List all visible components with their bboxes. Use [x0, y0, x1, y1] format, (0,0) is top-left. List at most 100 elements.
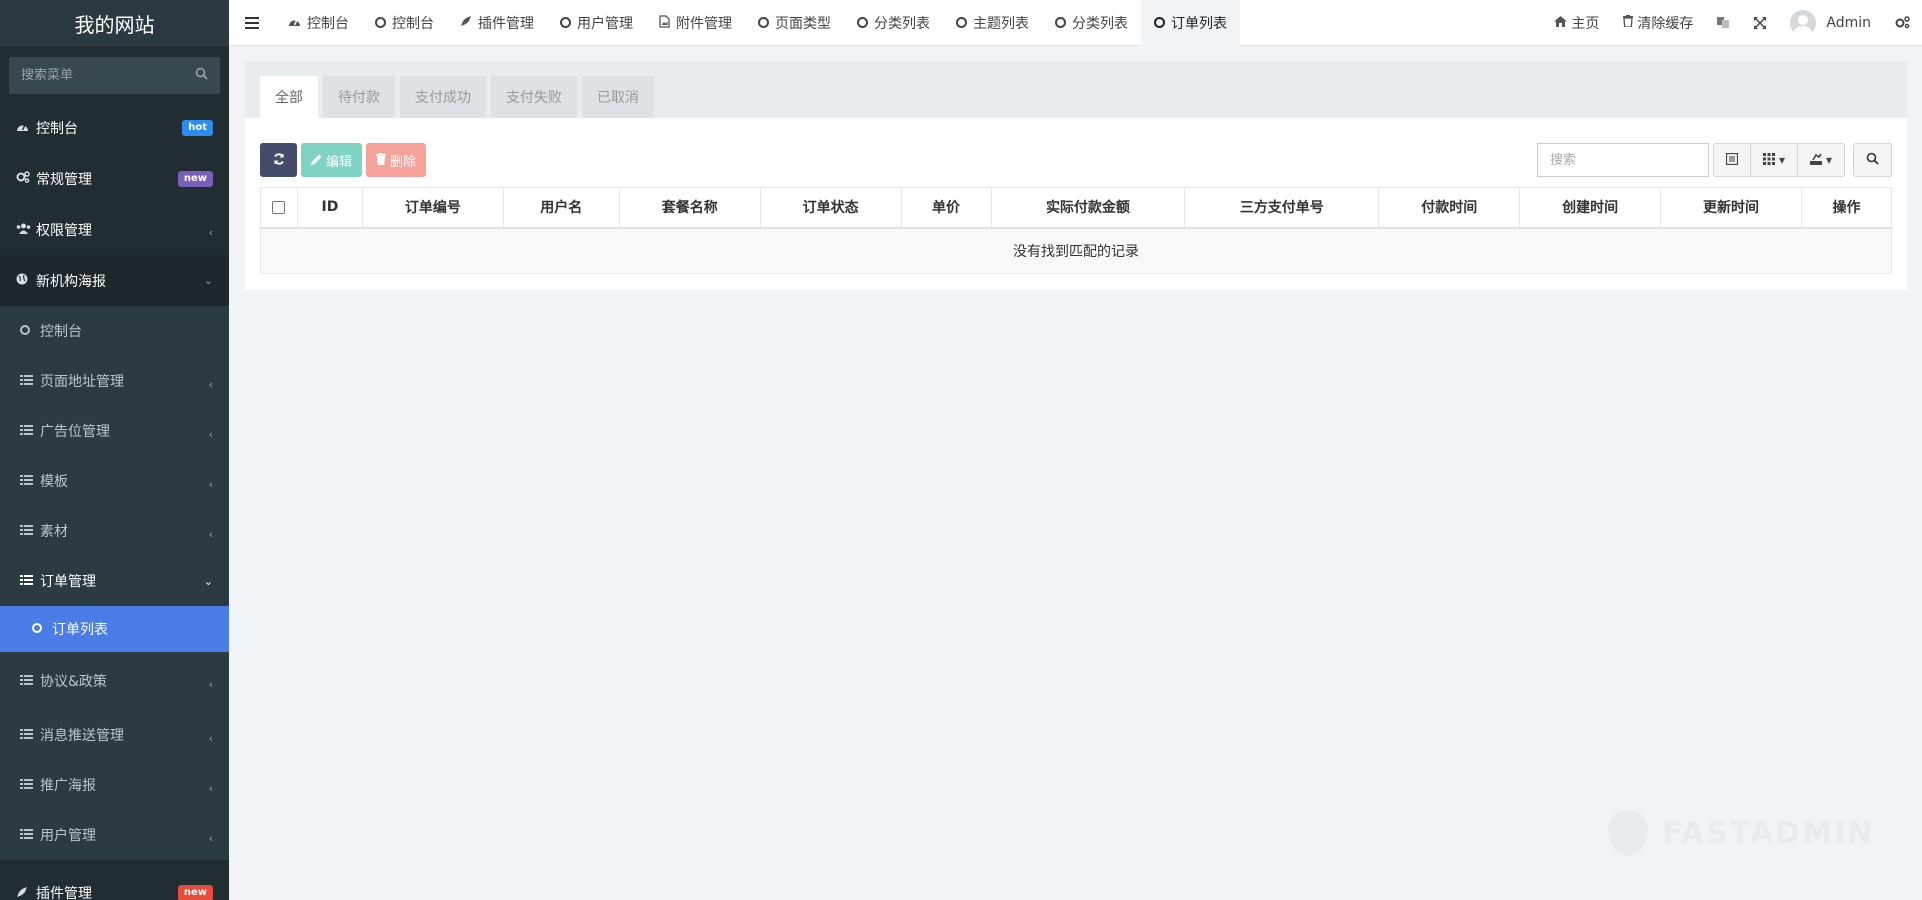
tab-payment-success[interactable]: 支付成功	[400, 76, 486, 118]
sidebar-item-label: 常规管理	[36, 171, 92, 188]
circle-icon	[375, 17, 386, 28]
chevron-left-icon: ‹	[208, 677, 213, 691]
sidebar-subitem-ad-slots[interactable]: 广告位管理 ‹	[0, 406, 229, 456]
sidebar-subitem-materials[interactable]: 素材 ‹	[0, 506, 229, 556]
column-header[interactable]: 创建时间	[1519, 187, 1662, 229]
sidebar-subitem-templates[interactable]: 模板 ‹	[0, 456, 229, 506]
sidebar-item-dashboard[interactable]: 控制台 hot	[0, 102, 229, 153]
toggle-view-button[interactable]	[1712, 143, 1751, 177]
menu-toggle-icon[interactable]	[229, 0, 275, 46]
column-header[interactable]: 订单状态	[759, 187, 902, 229]
home-icon	[1554, 15, 1568, 31]
column-header[interactable]: 单价	[900, 187, 992, 229]
sidebar-subitem-agreements[interactable]: 协议&政策 ‹	[0, 652, 229, 710]
tab-label: 附件管理	[676, 15, 732, 32]
table-row: 没有找到匹配的记录	[260, 227, 1892, 274]
sidebar-item-general[interactable]: 常规管理 new	[0, 153, 229, 204]
home-label: 主页	[1571, 15, 1600, 32]
search-icon[interactable]	[195, 67, 208, 84]
menu-search-input[interactable]	[21, 68, 195, 83]
fullscreen-icon[interactable]	[1742, 0, 1778, 46]
column-header[interactable]: 订单编号	[361, 187, 504, 229]
status-tabs: 全部 待付款 支付成功 支付失败 已取消	[245, 61, 1907, 118]
tab-categories[interactable]: 分类列表	[844, 0, 943, 46]
avatar	[1790, 9, 1817, 36]
sidebar-item-label: 页面地址管理	[40, 374, 124, 390]
shield-icon	[1608, 810, 1648, 856]
columns-toggle-button[interactable]: ▾	[1749, 143, 1798, 177]
clear-cache-button[interactable]: 清除缓存	[1611, 0, 1705, 46]
search-icon	[1866, 152, 1879, 168]
column-header[interactable]: 付款时间	[1378, 187, 1521, 229]
edit-button[interactable]: 编辑	[301, 143, 363, 177]
column-header[interactable]: 三方支付单号	[1184, 187, 1380, 229]
dashboard-icon	[288, 16, 301, 30]
list-icon	[20, 828, 40, 842]
tab-dashboard-2[interactable]: 控制台	[362, 0, 447, 46]
sidebar-item-new-agency-poster[interactable]: 新机构海报 ⌄	[0, 255, 229, 306]
sidebar-subitem-push-messages[interactable]: 消息推送管理 ‹	[0, 710, 229, 760]
top-right-tools: 主页 清除缓存 Admin	[1542, 0, 1922, 46]
sidebar-subitem-promo-poster[interactable]: 推广海报 ‹	[0, 760, 229, 810]
refresh-icon	[273, 152, 285, 168]
tab-order-list[interactable]: 订单列表	[1141, 0, 1240, 46]
sidebar-subitem-order-management[interactable]: 订单管理 ⌄	[0, 556, 229, 606]
menu-search	[9, 57, 220, 94]
tab-attachments[interactable]: 附件管理	[646, 0, 745, 46]
pencil-icon	[311, 153, 322, 168]
trash-icon	[376, 152, 387, 168]
caret-down-icon: ▾	[1825, 153, 1832, 167]
delete-label: 删除	[390, 153, 417, 169]
user-menu[interactable]: Admin	[1778, 0, 1883, 46]
tab-dashboard[interactable]: 控制台	[275, 0, 362, 46]
user-name: Admin	[1826, 14, 1871, 31]
search-input[interactable]	[1536, 143, 1709, 177]
export-button[interactable]: ▾	[1796, 143, 1845, 177]
tab-cancelled[interactable]: 已取消	[582, 76, 654, 118]
sidebar-item-permissions[interactable]: 权限管理 ‹	[0, 204, 229, 255]
tab-payment-failed[interactable]: 支付失败	[491, 76, 577, 118]
circle-icon	[857, 17, 868, 28]
sidebar-subitem-order-list[interactable]: 订单列表	[0, 606, 229, 652]
tab-topics[interactable]: 主题列表	[943, 0, 1042, 46]
tab-page-types[interactable]: 页面类型	[745, 0, 844, 46]
tab-categories-2[interactable]: 分类列表	[1042, 0, 1141, 46]
home-link[interactable]: 主页	[1542, 0, 1611, 46]
tab-users[interactable]: 用户管理	[547, 0, 646, 46]
submenu-new-agency-poster: 控制台 页面地址管理 ‹ 广告位管理 ‹ 模板 ‹ 素材 ‹ 订单管理 ⌄ 订单…	[0, 306, 229, 860]
list-icon	[20, 574, 40, 588]
gears-icon[interactable]	[1883, 0, 1922, 46]
list-icon	[20, 524, 40, 538]
tab-label: 订单列表	[1171, 15, 1227, 32]
rocket-icon	[460, 15, 472, 30]
sidebar-item-label: 素材	[40, 524, 68, 540]
sidebar-item-label: 推广海报	[40, 778, 96, 794]
chevron-left-icon: ‹	[208, 831, 213, 845]
column-header[interactable]: 操作	[1800, 187, 1893, 229]
advanced-search-button[interactable]	[1853, 143, 1892, 177]
list-icon	[20, 778, 40, 792]
sidebar-item-label: 新机构海报	[36, 273, 106, 290]
sidebar-subitem-dashboard[interactable]: 控制台	[0, 306, 229, 356]
sidebar-subitem-user-management[interactable]: 用户管理 ‹	[0, 810, 229, 860]
sidebar-subitem-page-address[interactable]: 页面地址管理 ‹	[0, 356, 229, 406]
column-header[interactable]: ID	[296, 187, 363, 229]
column-header[interactable]: 实际付款金额	[990, 187, 1186, 229]
globe-icon	[16, 273, 36, 288]
chevron-down-icon: ⌄	[203, 274, 213, 287]
delete-button[interactable]: 删除	[366, 143, 427, 177]
select-all-checkbox[interactable]	[272, 200, 286, 214]
tab-plugins[interactable]: 插件管理	[447, 0, 547, 46]
tab-all[interactable]: 全部	[260, 76, 318, 118]
column-header[interactable]: 套餐名称	[618, 187, 761, 229]
site-logo[interactable]: 我的网站	[0, 0, 229, 46]
column-header[interactable]: 更新时间	[1660, 187, 1802, 229]
sidebar-item-label: 用户管理	[40, 828, 96, 844]
tab-label: 页面类型	[775, 15, 831, 32]
sidebar-item-plugins[interactable]: 插件管理 new	[0, 860, 229, 900]
column-header[interactable]: 用户名	[502, 187, 620, 229]
users-icon	[16, 223, 36, 237]
tab-pending-payment[interactable]: 待付款	[323, 76, 395, 118]
language-icon[interactable]	[1705, 0, 1742, 46]
refresh-button[interactable]	[260, 143, 297, 177]
